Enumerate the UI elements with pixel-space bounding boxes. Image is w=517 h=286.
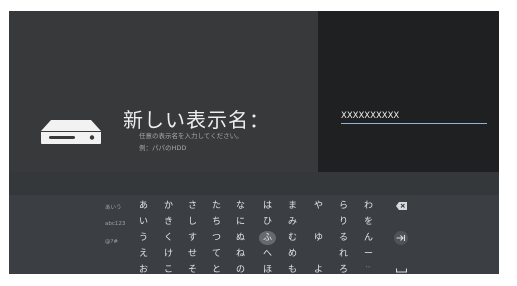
key-1-3[interactable]: ち [208,215,225,229]
key-2-0[interactable]: う [135,231,152,245]
key-0-0[interactable]: あ [135,199,152,213]
key-0-7[interactable]: や [310,199,327,213]
key-0-1[interactable]: か [160,199,177,213]
key-3-0[interactable]: え [135,247,152,261]
input-panel [318,11,499,172]
space-icon[interactable] [393,263,409,274]
key-2-6[interactable]: む [284,231,301,245]
key-2-2[interactable]: す [184,231,201,245]
key-4-5[interactable]: ほ [259,263,276,274]
key-2-4[interactable]: ぬ [232,231,249,245]
key-2-8[interactable]: る [335,231,352,245]
key-1-4[interactable]: に [232,215,249,229]
dialog-example: 例：パパのHDD [139,144,187,152]
key-0-5[interactable]: は [259,199,276,213]
hard-drive-icon [41,120,101,144]
keyboard-mode-1[interactable]: abc123 [105,221,125,227]
key-4-2[interactable]: そ [184,263,201,274]
keyboard-suggestion-strip [9,172,499,195]
dialog-panel: 新しい表示名： 任意の表示名を入力してください。 例：パパのHDD [9,11,318,172]
key-3-8[interactable]: れ [335,247,352,261]
key-2-5[interactable]: ふ [259,231,276,245]
key-4-0[interactable]: お [135,263,152,274]
key-0-6[interactable]: ま [284,199,301,213]
key-0-2[interactable]: さ [184,199,201,213]
key-0-8[interactable]: ら [335,199,352,213]
key-4-6[interactable]: も [284,263,301,274]
key-1-1[interactable]: き [160,215,177,229]
display-name-input[interactable] [341,109,487,124]
dialog-title: 新しい表示名： [123,108,270,132]
keyboard-mode-2[interactable]: @?# [105,239,118,245]
key-4-3[interactable]: と [208,263,225,274]
key-2-9[interactable]: ん [360,231,377,245]
key-0-4[interactable]: な [232,199,249,213]
key-0-9[interactable]: わ [360,199,377,213]
key-1-8[interactable]: り [335,215,352,229]
key-4-8[interactable]: ろ [335,263,352,274]
key-3-2[interactable]: せ [184,247,201,261]
key-2-7[interactable]: ゆ [310,231,327,245]
key-1-6[interactable]: み [284,215,301,229]
key-4-1[interactable]: こ [160,263,177,274]
key-3-5[interactable]: へ [259,247,276,261]
key-3-1[interactable]: け [160,247,177,261]
key-4-9[interactable]: ﾞﾟ [360,263,377,274]
on-screen-keyboard: あいう abc123 @?# あかさたなはまやらわいきしちにひみ りをうくすつぬふむゆる… [9,195,499,274]
key-2-3[interactable]: つ [208,231,225,245]
key-1-2[interactable]: し [184,215,201,229]
key-1-0[interactable]: い [135,215,152,229]
keyboard-mode-0[interactable]: あいう [105,203,122,211]
key-1-5[interactable]: ひ [259,215,276,229]
key-2-1[interactable]: く [160,231,177,245]
backspace-icon[interactable] [393,199,409,213]
key-4-4[interactable]: の [232,263,249,274]
dialog-hint: 任意の表示名を入力してください。 [139,132,243,140]
key-3-4[interactable]: ね [232,247,249,261]
key-3-3[interactable]: て [208,247,225,261]
next-field-icon[interactable] [393,231,409,245]
key-1-9[interactable]: を [360,215,377,229]
key-4-7[interactable]: よ [310,263,327,274]
tv-screen: 新しい表示名： 任意の表示名を入力してください。 例：パパのHDD あいう abc… [9,11,499,274]
key-3-9[interactable]: ー [360,247,377,261]
key-0-3[interactable]: た [208,199,225,213]
key-3-6[interactable]: め [284,247,301,261]
